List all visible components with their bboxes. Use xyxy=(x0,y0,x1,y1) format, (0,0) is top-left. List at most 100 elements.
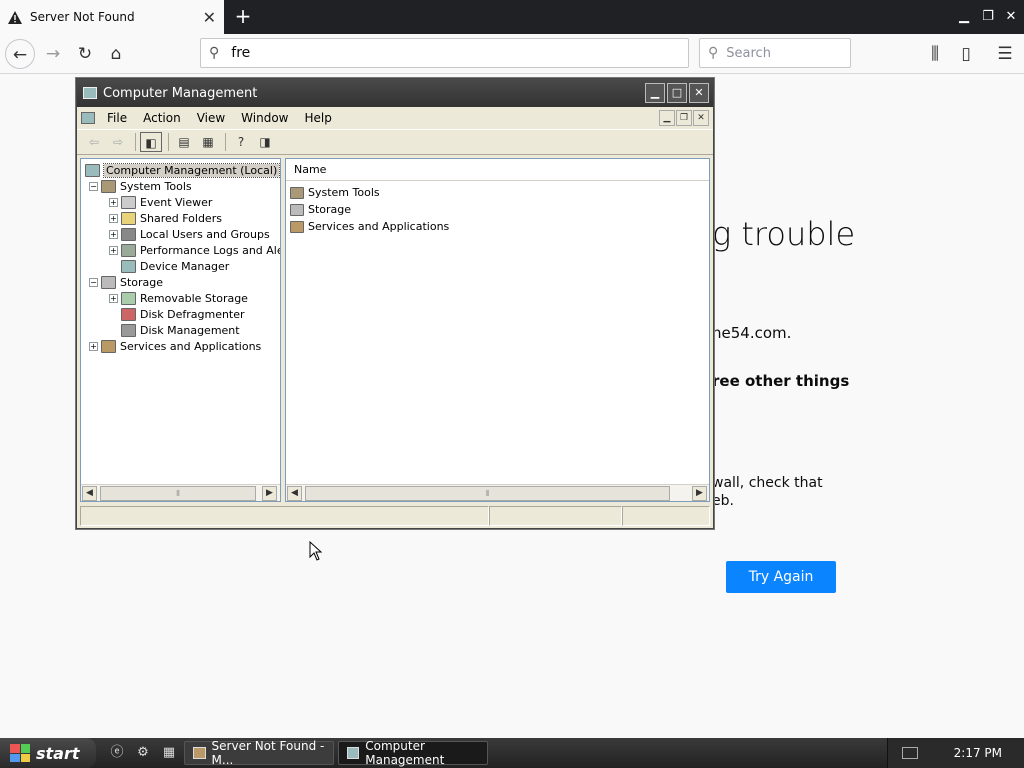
tab-title: Server Not Found xyxy=(30,10,135,24)
tree-item-services-and-applications[interactable]: + Services and Applications xyxy=(89,338,261,354)
mdi-minimize-icon[interactable]: ▁ xyxy=(659,110,675,126)
browser-tab-bar: Server Not Found ✕ + ▁ ❐ ✕ xyxy=(0,0,1024,34)
menu-help[interactable]: Help xyxy=(297,111,340,125)
back-arrow-icon[interactable]: ⇦ xyxy=(83,132,105,152)
keyboard-icon[interactable] xyxy=(901,747,918,759)
removable-storage-icon xyxy=(121,291,136,305)
tools-icon xyxy=(101,179,116,193)
menu-window[interactable]: Window xyxy=(233,111,296,125)
scroll-left-icon[interactable]: ◀ xyxy=(82,486,97,501)
properties-icon[interactable]: ▤ xyxy=(173,132,195,152)
expand-icon[interactable]: + xyxy=(109,293,118,303)
try-again-button[interactable]: Try Again xyxy=(726,561,836,593)
close-window-button[interactable]: ✕ xyxy=(689,83,709,103)
tree-item-event-viewer[interactable]: + Event Viewer xyxy=(109,194,212,210)
close-browser-button[interactable]: ✕ xyxy=(999,4,1023,30)
expand-icon[interactable]: + xyxy=(109,245,118,255)
menu-action[interactable]: Action xyxy=(135,111,189,125)
close-tab-icon[interactable]: ✕ xyxy=(203,8,216,27)
performance-icon xyxy=(121,243,136,257)
scroll-right-icon[interactable]: ▶ xyxy=(262,486,277,501)
computer-icon xyxy=(85,163,100,177)
list-item[interactable]: Services and Applications xyxy=(290,218,449,235)
list-item[interactable]: Storage xyxy=(290,201,351,218)
disk-management-icon xyxy=(121,323,136,337)
export-list-icon[interactable]: ▦ xyxy=(197,132,219,152)
horizontal-scrollbar[interactable]: ◀ ⦀ ▶ xyxy=(81,484,280,501)
restore-browser-button[interactable]: ❐ xyxy=(976,4,1000,30)
mdi-close-icon[interactable]: ✕ xyxy=(693,110,709,126)
windows-logo-icon xyxy=(10,744,30,762)
console-tree[interactable]: Computer Management (Local) − System Too… xyxy=(80,158,281,502)
taskbar-item-computer-management[interactable]: Computer Management xyxy=(338,739,488,767)
details-list[interactable]: Name System Tools Storage Services and A… xyxy=(285,158,710,502)
mdi-restore-icon[interactable]: ❐ xyxy=(676,110,692,126)
tree-item-local-users-and-groups[interactable]: + Local Users and Groups xyxy=(109,226,270,242)
tree-item-disk-defragmenter[interactable]: Disk Defragmenter xyxy=(121,306,245,322)
browser-tab[interactable]: Server Not Found ✕ xyxy=(0,0,224,34)
scroll-thumb[interactable]: ⦀ xyxy=(305,486,670,501)
expand-icon[interactable]: + xyxy=(89,341,98,351)
show-hide-action-pane-icon[interactable]: ◨ xyxy=(254,132,276,152)
storage-icon xyxy=(101,275,116,289)
expand-icon[interactable]: + xyxy=(109,197,118,207)
toolbar: ⇦ ⇨ ◧ ▤ ▦ ? ◨ xyxy=(77,129,713,155)
mouse-cursor-icon xyxy=(309,541,323,561)
reload-icon[interactable]: ↻ xyxy=(70,39,100,69)
url-input-text[interactable]: fre xyxy=(231,45,250,61)
minimize-window-button[interactable]: ▁ xyxy=(645,83,665,103)
expand-icon[interactable]: + xyxy=(109,213,118,223)
tree-item-disk-management[interactable]: Disk Management xyxy=(121,322,240,338)
event-viewer-icon xyxy=(121,195,136,209)
column-header-name[interactable]: Name xyxy=(286,159,709,181)
device-manager-icon xyxy=(121,259,136,273)
search-bar[interactable]: ⚲ Search xyxy=(699,38,851,68)
sidebar-toggle-icon[interactable]: ▯ xyxy=(951,39,981,69)
hamburger-menu-icon[interactable]: ☰ xyxy=(990,39,1020,69)
tree-item-performance-logs[interactable]: + Performance Logs and Alerts xyxy=(109,242,280,258)
window-titlebar[interactable]: Computer Management ▁ □ ✕ xyxy=(77,79,713,107)
clock[interactable]: 2:17 PM xyxy=(932,746,1024,760)
tree-item-storage[interactable]: − Storage xyxy=(89,274,163,290)
error-text-line: eb. xyxy=(712,493,734,509)
tree-item-device-manager[interactable]: Device Manager xyxy=(121,258,229,274)
menu-file[interactable]: File xyxy=(99,111,135,125)
tree-item-computer-management-local[interactable]: Computer Management (Local) xyxy=(85,162,280,178)
tree-item-removable-storage[interactable]: + Removable Storage xyxy=(109,290,248,306)
computer-management-window[interactable]: Computer Management ▁ □ ✕ File Action Vi… xyxy=(76,78,714,529)
toolbar-divider xyxy=(135,133,136,151)
tree-item-shared-folders[interactable]: + Shared Folders xyxy=(109,210,222,226)
url-bar[interactable]: ⚲ fre xyxy=(200,38,689,68)
new-tab-button[interactable]: + xyxy=(230,3,256,29)
storage-icon xyxy=(290,203,304,216)
tools-icon xyxy=(290,186,304,199)
maximize-window-button[interactable]: □ xyxy=(667,83,687,103)
scroll-thumb[interactable]: ⦀ xyxy=(100,486,256,501)
search-icon: ⚲ xyxy=(708,45,719,61)
taskbar-item-browser[interactable]: Server Not Found - M... xyxy=(184,739,334,767)
library-icon[interactable]: ⫼ xyxy=(920,39,950,69)
minimize-browser-button[interactable]: ▁ xyxy=(952,4,976,30)
menu-view[interactable]: View xyxy=(189,111,233,125)
scroll-right-icon[interactable]: ▶ xyxy=(692,486,707,501)
tree-item-system-tools[interactable]: − System Tools xyxy=(89,178,192,194)
internet-explorer-icon[interactable]: ⓔ xyxy=(106,742,128,764)
start-button[interactable]: start xyxy=(0,738,96,768)
toolbar-divider xyxy=(168,133,169,151)
expand-icon[interactable]: + xyxy=(109,229,118,239)
collapse-icon[interactable]: − xyxy=(89,181,98,191)
show-hide-tree-icon[interactable]: ◧ xyxy=(140,132,162,152)
forward-arrow-icon[interactable]: → xyxy=(38,39,68,69)
back-arrow-icon[interactable]: ← xyxy=(5,39,35,69)
quick-launch-icon[interactable]: ⚙ xyxy=(132,742,154,764)
home-icon[interactable]: ⌂ xyxy=(101,39,131,69)
list-item[interactable]: System Tools xyxy=(290,184,380,201)
collapse-icon[interactable]: − xyxy=(89,277,98,287)
horizontal-scrollbar[interactable]: ◀ ⦀ ▶ xyxy=(286,484,709,501)
scroll-left-icon[interactable]: ◀ xyxy=(287,486,302,501)
help-icon[interactable]: ? xyxy=(230,132,252,152)
forward-arrow-icon[interactable]: ⇨ xyxy=(107,132,129,152)
quick-launch-icon[interactable]: ▦ xyxy=(158,742,180,764)
navigation-toolbar: ← → ↻ ⌂ ⚲ fre ⚲ Search ⫼ ▯ ☰ xyxy=(0,34,1024,74)
services-icon xyxy=(101,339,116,353)
